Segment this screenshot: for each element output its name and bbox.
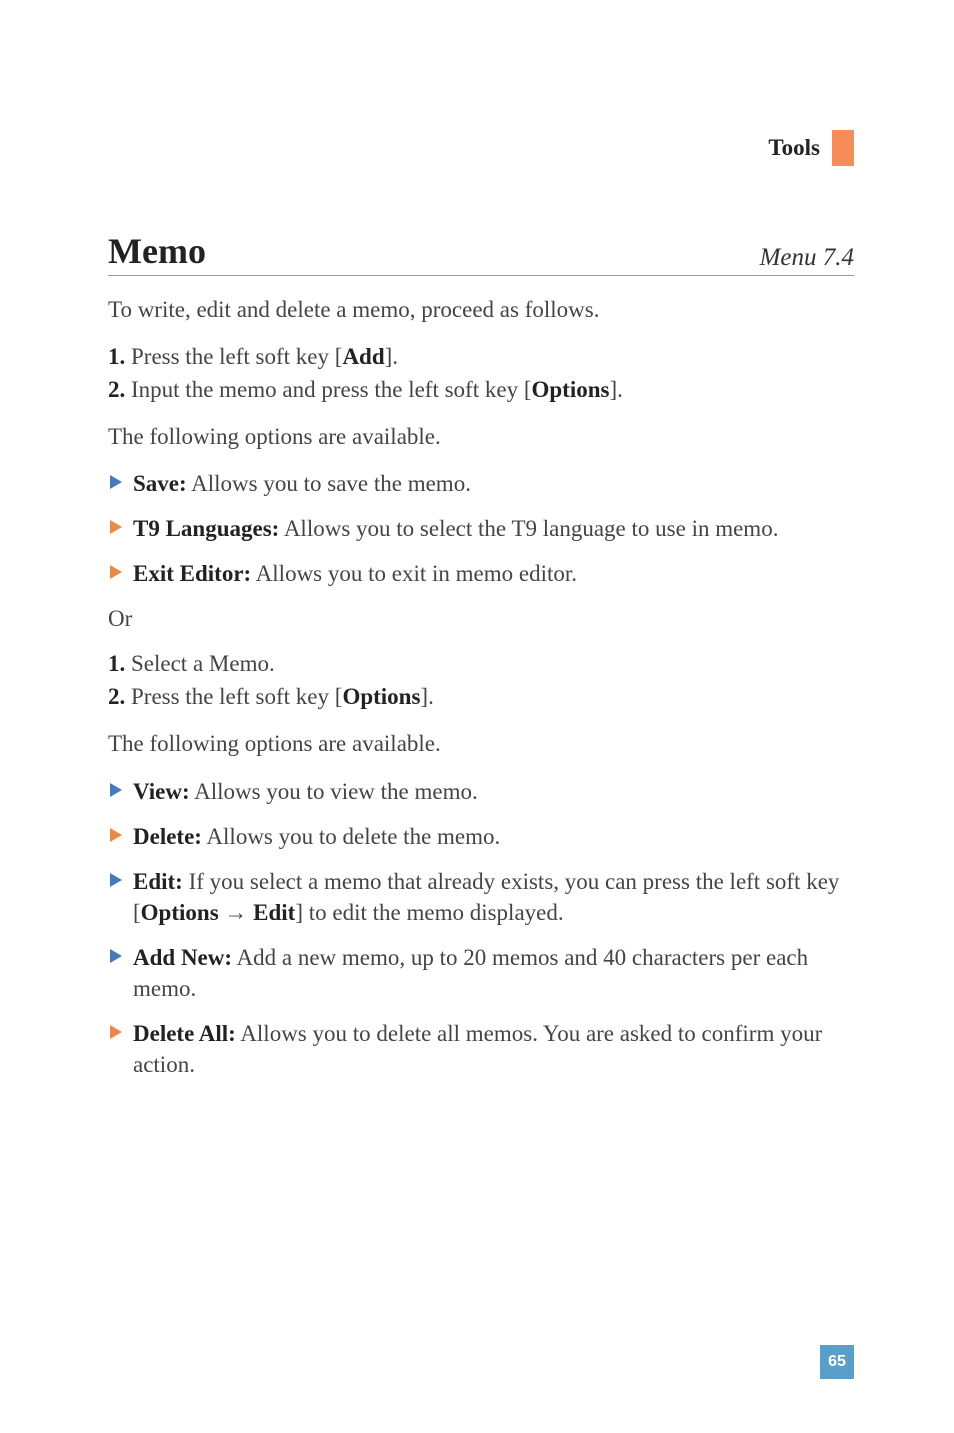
step-key: Options bbox=[342, 684, 420, 709]
step-text: Input the memo and press the left soft k… bbox=[131, 377, 531, 402]
page-number: 65 bbox=[820, 1345, 854, 1379]
triangle-icon bbox=[110, 475, 122, 489]
step-number: 2. bbox=[108, 684, 125, 709]
step-text-post: ]. bbox=[420, 684, 433, 709]
option-edit: Edit: If you select a memo that already … bbox=[108, 866, 854, 928]
step-key: Add bbox=[342, 344, 384, 369]
option-description-post: ] to edit the memo displayed. bbox=[295, 900, 563, 925]
step-number: 2. bbox=[108, 377, 125, 402]
option-description: Allows you to exit in memo editor. bbox=[251, 561, 577, 586]
section-marker-icon bbox=[832, 130, 854, 166]
option-text: Delete All: Allows you to delete all mem… bbox=[133, 1018, 854, 1080]
option-label: View: bbox=[133, 779, 190, 804]
option-text: Add New: Add a new memo, up to 20 memos … bbox=[133, 942, 854, 1004]
option-delete-all: Delete All: Allows you to delete all mem… bbox=[108, 1018, 854, 1080]
option-text: Save: Allows you to save the memo. bbox=[133, 468, 854, 499]
option-label: Exit Editor: bbox=[133, 561, 251, 586]
option-label: Save: bbox=[133, 471, 187, 496]
option-exit-editor: Exit Editor: Allows you to exit in memo … bbox=[108, 558, 854, 589]
title-row: Memo Menu 7.4 bbox=[108, 230, 854, 276]
triangle-icon bbox=[110, 873, 122, 887]
step-2b: 2. Press the left soft key [Options]. bbox=[108, 681, 854, 712]
body-content: To write, edit and delete a memo, procee… bbox=[108, 294, 854, 1080]
option-text: Exit Editor: Allows you to exit in memo … bbox=[133, 558, 854, 589]
step-text: Press the left soft key [ bbox=[131, 344, 342, 369]
option-text: Delete: Allows you to delete the memo. bbox=[133, 821, 854, 852]
option-label: Add New: bbox=[133, 945, 232, 970]
step-text-post: ]. bbox=[609, 377, 622, 402]
option-label: Delete All: bbox=[133, 1021, 236, 1046]
triangle-icon bbox=[110, 1025, 122, 1039]
option-text: T9 Languages: Allows you to select the T… bbox=[133, 513, 854, 544]
step-key: Options bbox=[531, 377, 609, 402]
menu-reference: Menu 7.4 bbox=[760, 244, 854, 272]
step-1: 1. Press the left soft key [Add]. bbox=[108, 341, 854, 372]
option-key1: Options bbox=[141, 900, 219, 925]
triangle-icon bbox=[110, 783, 122, 797]
step-number: 1. bbox=[108, 651, 125, 676]
step-text: Press the left soft key [ bbox=[131, 684, 342, 709]
option-description: Allows you to delete all memos. You are … bbox=[133, 1021, 822, 1077]
triangle-icon bbox=[110, 828, 122, 842]
option-t9-languages: T9 Languages: Allows you to select the T… bbox=[108, 513, 854, 544]
option-description: Allows you to view the memo. bbox=[190, 779, 478, 804]
step-number: 1. bbox=[108, 344, 125, 369]
options-intro: The following options are available. bbox=[108, 421, 854, 452]
or-separator: Or bbox=[108, 603, 854, 634]
options-intro-2: The following options are available. bbox=[108, 728, 854, 759]
step-block-2: 1. Select a Memo. 2. Press the left soft… bbox=[108, 648, 854, 712]
option-delete: Delete: Allows you to delete the memo. bbox=[108, 821, 854, 852]
option-description: Allows you to select the T9 language to … bbox=[279, 516, 778, 541]
triangle-icon bbox=[110, 565, 122, 579]
step-block-1: 1. Press the left soft key [Add]. 2. Inp… bbox=[108, 341, 854, 405]
option-label: Delete: bbox=[133, 824, 202, 849]
option-arrow: → bbox=[219, 900, 254, 925]
option-text: Edit: If you select a memo that already … bbox=[133, 866, 854, 928]
option-view: View: Allows you to view the memo. bbox=[108, 776, 854, 807]
option-label: T9 Languages: bbox=[133, 516, 279, 541]
option-description: Allows you to delete the memo. bbox=[202, 824, 500, 849]
option-description: Add a new memo, up to 20 memos and 40 ch… bbox=[133, 945, 808, 1001]
option-key2: Edit bbox=[253, 900, 295, 925]
option-text: View: Allows you to view the memo. bbox=[133, 776, 854, 807]
option-add-new: Add New: Add a new memo, up to 20 memos … bbox=[108, 942, 854, 1004]
section-header: Tools bbox=[768, 130, 854, 166]
step-text-post: ]. bbox=[385, 344, 398, 369]
step-2: 2. Input the memo and press the left sof… bbox=[108, 374, 854, 405]
triangle-icon bbox=[110, 520, 122, 534]
step-1b: 1. Select a Memo. bbox=[108, 648, 854, 679]
option-label: Edit: bbox=[133, 869, 183, 894]
intro-text: To write, edit and delete a memo, procee… bbox=[108, 294, 854, 325]
option-description: Allows you to save the memo. bbox=[187, 471, 471, 496]
step-text: Select a Memo. bbox=[131, 651, 275, 676]
section-label: Tools bbox=[768, 135, 820, 161]
option-save: Save: Allows you to save the memo. bbox=[108, 468, 854, 499]
page-title: Memo bbox=[108, 230, 206, 272]
triangle-icon bbox=[110, 949, 122, 963]
